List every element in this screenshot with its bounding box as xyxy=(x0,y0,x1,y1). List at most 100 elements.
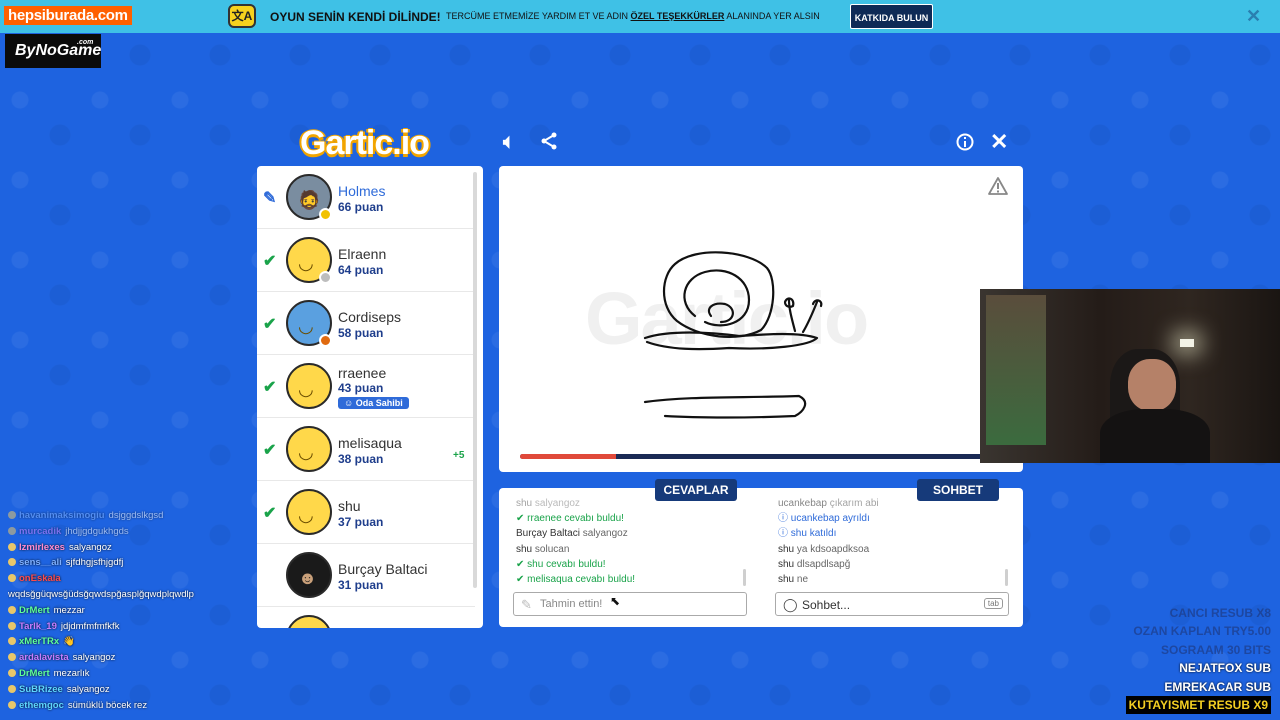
banner-close-icon[interactable]: ✕ xyxy=(1246,6,1261,27)
stream-chat-message: ardalavista salyangoz xyxy=(8,650,248,666)
list-item: shu salyangoz xyxy=(516,498,580,509)
player-row[interactable]: ✔ ◡ melisaqua 38 puan +5 xyxy=(257,418,475,481)
player-score: 38 puan xyxy=(338,452,384,466)
stream-chat-message: sens__ali sjfdhgjsfhjgdfj xyxy=(8,555,248,571)
player-row[interactable]: ✎ 🧔 Holmes 66 puan xyxy=(257,166,475,229)
list-item: shu ne xyxy=(778,574,809,586)
stream-chat-text: salyangoz xyxy=(72,652,116,664)
sub-feed-item: KUTAYISMET RESUB X9 xyxy=(1125,696,1271,715)
stream-chat-text: salyangoz xyxy=(66,683,110,695)
gartic-logo: Gartic.io xyxy=(300,124,430,162)
sound-icon[interactable]: 🔈︎ xyxy=(503,131,515,154)
sub-feed-item: NEJATFOX SUB xyxy=(1126,659,1271,677)
badge-icon xyxy=(8,574,16,583)
sub-feed-item: SOGRAAM 30 BITS xyxy=(1126,641,1271,659)
player-row[interactable]: ✔ ◡ Cordiseps 58 puan xyxy=(257,292,475,355)
badge-icon xyxy=(8,542,16,551)
top-banner: hepsiburada.com 文A OYUN SENİN KENDİ DİLİ… xyxy=(0,0,1280,33)
stream-chat-text: sjfdhgjsfhjgdfj xyxy=(65,557,124,569)
stream-chat-text: mezarlık xyxy=(53,667,90,679)
banner-title: OYUN SENİN KENDİ DİLİNDE! xyxy=(270,10,441,24)
stream-chat-text: salyangoz xyxy=(68,541,112,553)
stream-chat-user: SuBRizee xyxy=(19,683,63,695)
stream-chat-user: DrMert xyxy=(19,604,50,616)
player-list: ✎ 🧔 Holmes 66 puan ✔ ◡ Elraenn 64 puan ✔… xyxy=(257,166,483,628)
player-score: 37 puan xyxy=(338,515,384,529)
stream-chat-message: murcadik jhdjjgdgukhgds xyxy=(8,524,248,540)
sub-feed-text: KUTAYISMET RESUB X9 xyxy=(1125,696,1271,715)
player-list-scrollbar[interactable] xyxy=(473,172,477,588)
stream-chat-message: SuBRizee salyangoz xyxy=(8,682,248,698)
check-icon: ✔ xyxy=(263,442,277,459)
drawing-canvas[interactable]: Gartic.io xyxy=(499,166,1023,472)
list-item: ✔ rraenee cevabı buldu! xyxy=(516,513,624,525)
list-item: ✔ melisaqua cevabı buldu! xyxy=(516,574,636,586)
list-item: shu solucan xyxy=(516,543,570,555)
list-item: shu ya kdsoapdksoa xyxy=(778,543,870,555)
check-icon: ✔ xyxy=(263,379,277,396)
stream-chat-text: sümüklü böcek rez xyxy=(67,699,148,711)
chat-bubble-icon: ◯ xyxy=(783,597,798,612)
player-name: shu xyxy=(338,498,361,514)
contribute-button[interactable]: KATKIDA BULUN xyxy=(850,4,933,29)
stream-chat-user: DrMert xyxy=(19,667,50,679)
badge-icon xyxy=(8,700,16,709)
avatar: ◡ xyxy=(286,426,332,472)
sub-feed-text: EMREKACAR SUB xyxy=(1164,679,1271,694)
sub-feed-text: SOGRAAM 30 BITS xyxy=(1160,642,1271,657)
sub-feed-text: OZAN KAPLAN TRY5.00 xyxy=(1133,624,1271,639)
chat-list: ucankebap çıkarım abi ⓘ ucankebap ayrıld… xyxy=(778,496,1003,587)
player-score: 64 puan xyxy=(338,263,384,277)
answers-scrollbar[interactable] xyxy=(743,569,746,586)
player-name: Cordiseps xyxy=(338,309,402,325)
player-name: Holmes xyxy=(338,183,386,199)
avatar xyxy=(286,615,332,628)
streamer-webcam xyxy=(980,289,1280,463)
badge-icon xyxy=(8,684,16,693)
badge-icon xyxy=(8,653,16,662)
stream-chat-message: DrMert mezzar xyxy=(8,603,248,619)
snail-drawing xyxy=(643,251,823,419)
stream-chat-user: sens__ali xyxy=(19,557,62,569)
mouse-cursor-icon: ⬉ xyxy=(610,594,621,608)
stream-chat-user: onEskala xyxy=(19,573,61,585)
check-icon: ✔ xyxy=(263,316,277,333)
bynogame-logo: ByNoGame .com xyxy=(5,34,101,68)
player-row[interactable]: ✔ ◡ shu 37 puan xyxy=(257,481,475,544)
badge-icon xyxy=(8,621,16,630)
share-icon[interactable] xyxy=(540,132,558,156)
player-name: Burçay Baltaci xyxy=(338,561,428,577)
player-name: rraenee xyxy=(338,365,387,381)
player-row[interactable]: ✔ ◡ rraenee 43 puan ☺ Oda Sahibi xyxy=(257,355,475,418)
chat-input[interactable]: ◯ Sohbet... tab xyxy=(775,592,1009,616)
translate-icon: 文A xyxy=(228,4,256,28)
player-row[interactable] xyxy=(257,607,475,628)
avatar: ◡ xyxy=(286,363,332,409)
badge-icon xyxy=(8,668,16,677)
stream-chat-message: ethemgoc sümüklü böcek rez xyxy=(8,698,248,714)
exit-icon[interactable]: ✕ xyxy=(990,129,1008,155)
avatar: ◡ xyxy=(286,489,332,535)
player-score: 66 puan xyxy=(338,200,384,214)
info-icon[interactable] xyxy=(956,133,974,157)
guess-input[interactable]: ✎ Tahmin ettin! xyxy=(513,592,747,616)
player-row[interactable]: ✔ ◡ Elraenn 64 puan xyxy=(257,229,475,292)
player-name: melisaqua xyxy=(338,435,402,451)
stream-chat-message: Izmirlexes salyangoz xyxy=(8,540,248,556)
player-row[interactable]: ☻ Burçay Baltaci 31 puan xyxy=(257,544,475,607)
tab-key-hint: tab xyxy=(983,598,1003,609)
player-score: 58 puan xyxy=(338,326,384,340)
chat-scrollbar[interactable] xyxy=(1005,569,1008,586)
bonus-points: +5 xyxy=(453,450,465,461)
stream-chat-user: xMerTRx xyxy=(19,636,60,648)
stream-chat-message: DrMert mezarlık xyxy=(8,666,248,682)
status-dot xyxy=(319,208,332,221)
chat-placeholder: Sohbet... xyxy=(802,598,851,612)
check-icon: ✔ xyxy=(263,253,277,270)
hepsiburada-logo[interactable]: hepsiburada.com xyxy=(4,6,132,25)
list-item: ⓘ ucankebap ayrıldı xyxy=(778,513,870,525)
list-item: ✔ shu cevabı buldu! xyxy=(516,558,606,570)
stream-chat-message: xMerTRx 👋 xyxy=(8,634,248,650)
badge-icon xyxy=(8,558,16,567)
stream-chat-text: jhdjjgdgukhgds xyxy=(65,525,129,537)
